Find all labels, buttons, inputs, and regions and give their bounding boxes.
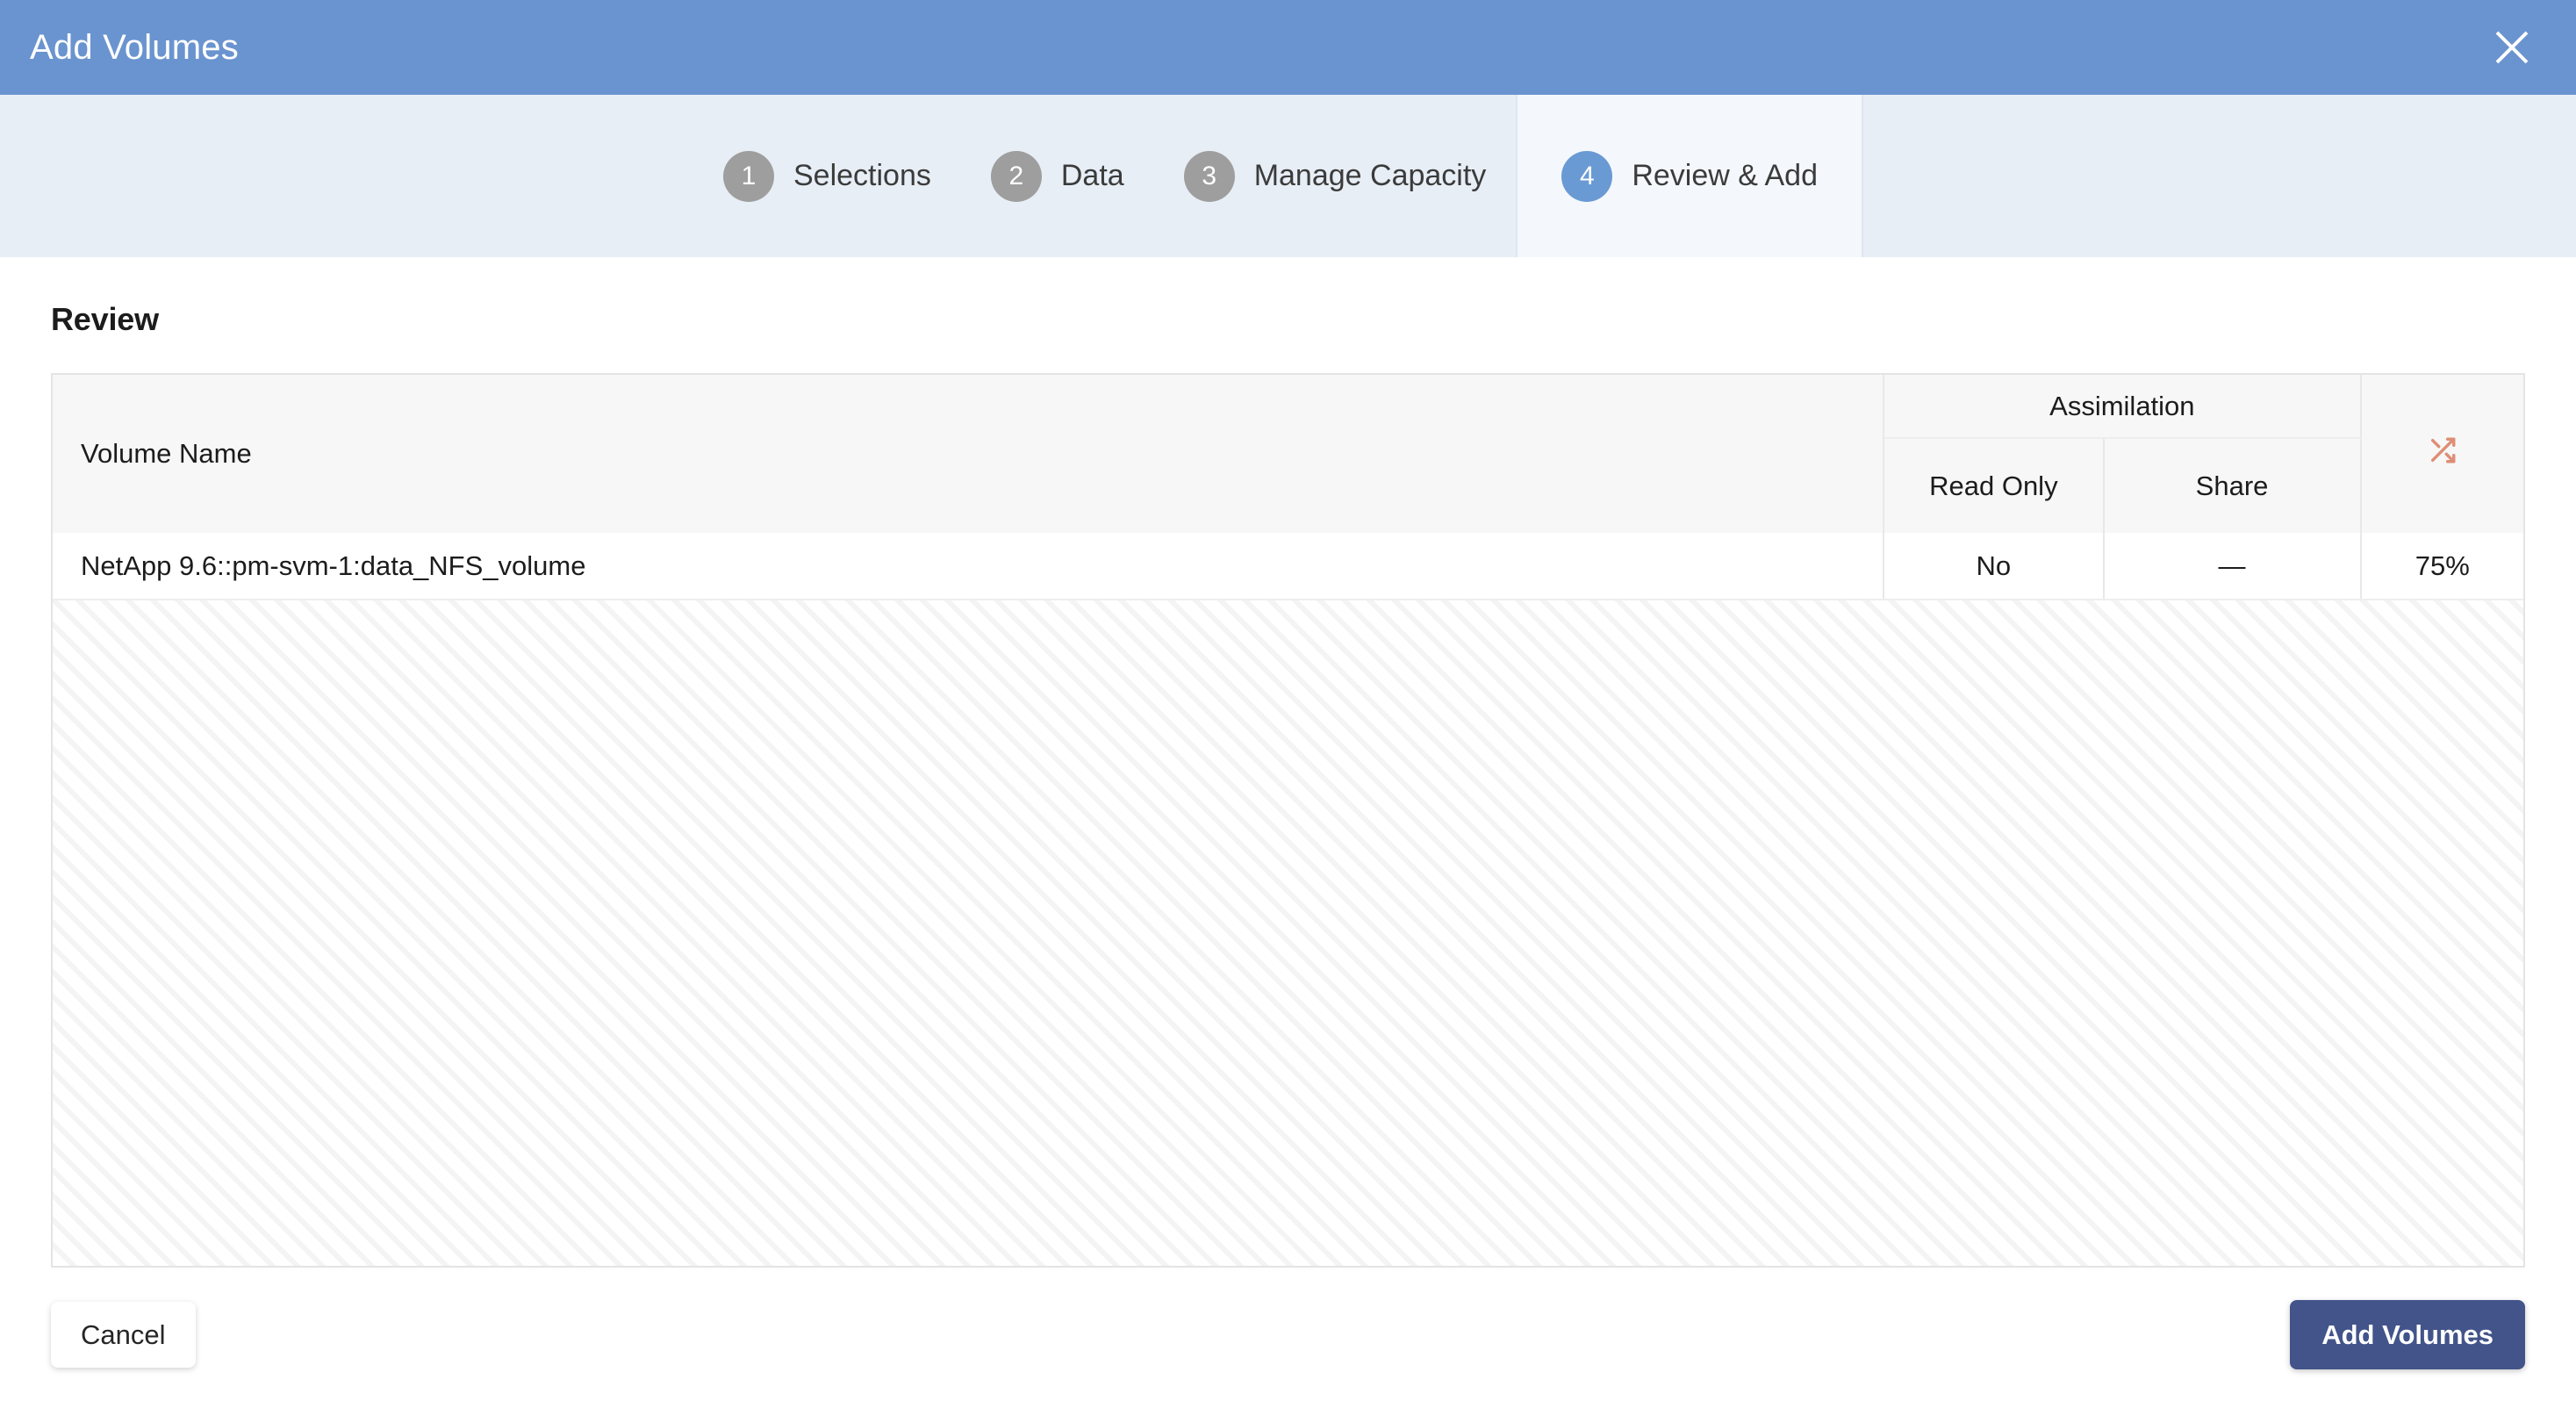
- step-number-badge: 1: [723, 150, 774, 202]
- cancel-button[interactable]: Cancel: [51, 1301, 196, 1368]
- step-label: Manage Capacity: [1253, 159, 1487, 192]
- dialog-title: Add Volumes: [30, 28, 239, 67]
- wizard-step-data[interactable]: 2 Data: [961, 95, 1154, 257]
- review-table-container: Volume Name Assimilation Read Only Share…: [51, 373, 2525, 1268]
- step-label: Data: [1060, 159, 1124, 192]
- cell-read-only: No: [1884, 533, 2105, 600]
- column-header-shuffle[interactable]: [2360, 375, 2523, 533]
- column-header-volume-name[interactable]: Volume Name: [53, 375, 1885, 533]
- close-icon[interactable]: [2481, 17, 2543, 78]
- shuffle-icon[interactable]: [2428, 435, 2458, 465]
- dialog-titlebar: Add Volumes: [0, 0, 2576, 95]
- table-header: Volume Name Assimilation Read Only Share: [53, 375, 2523, 533]
- steps-leading-space: [0, 95, 693, 257]
- column-header-share[interactable]: Share: [2103, 438, 2362, 533]
- column-header-read-only[interactable]: Read Only: [1884, 438, 2105, 533]
- step-number-badge: 2: [990, 150, 1042, 202]
- wizard-steps: 1 Selections 2 Data 3 Manage Capacity 4 …: [0, 95, 2576, 257]
- add-volumes-button[interactable]: Add Volumes: [2290, 1299, 2525, 1369]
- wizard-step-review-and-add[interactable]: 4 Review & Add: [1516, 95, 1863, 257]
- step-label: Selections: [793, 159, 931, 192]
- cell-share: —: [2103, 533, 2362, 600]
- dialog-footer: Cancel Add Volumes: [0, 1268, 2576, 1401]
- cell-percent: 75%: [2360, 533, 2523, 600]
- table-body: NetApp 9.6::pm-svm-1:data_NFS_volume No …: [53, 533, 2523, 600]
- column-header-assimilation: Assimilation: [1884, 375, 2362, 439]
- wizard-step-manage-capacity[interactable]: 3 Manage Capacity: [1154, 95, 1517, 257]
- review-table: Volume Name Assimilation Read Only Share…: [53, 375, 2523, 600]
- add-volumes-dialog: Add Volumes 1 Selections 2 Data 3 Manage…: [0, 0, 2576, 1401]
- page-title: Review: [51, 301, 159, 337]
- step-number-badge: 3: [1183, 150, 1235, 202]
- step-number-badge: 4: [1561, 150, 1613, 202]
- table-empty-area: [53, 600, 2523, 1266]
- step-label: Review & Add: [1632, 159, 1818, 192]
- table-row[interactable]: NetApp 9.6::pm-svm-1:data_NFS_volume No …: [53, 533, 2523, 600]
- wizard-step-selections[interactable]: 1 Selections: [693, 95, 961, 257]
- table-header-row-group: Volume Name Assimilation: [53, 375, 2523, 533]
- cell-volume-name: NetApp 9.6::pm-svm-1:data_NFS_volume: [53, 533, 1885, 600]
- dialog-body: Review Volume Name Assimilation Read Onl…: [0, 257, 2576, 1268]
